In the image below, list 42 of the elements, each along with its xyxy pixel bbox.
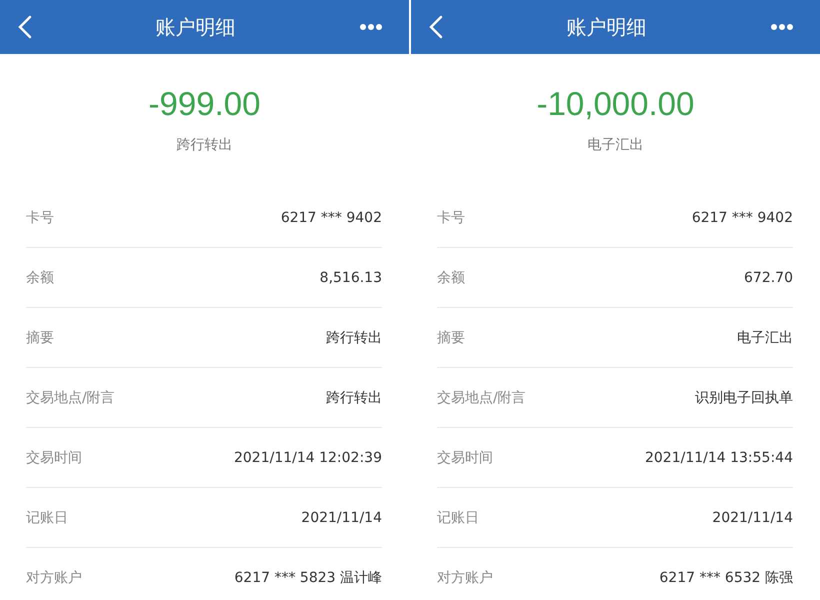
more-icon xyxy=(770,23,794,31)
field-value: 跨行转出 xyxy=(326,328,382,346)
field-value: 672.70 xyxy=(744,270,793,286)
field-label: 卡号 xyxy=(437,208,465,226)
back-button[interactable] xyxy=(429,15,443,39)
back-chevron-icon xyxy=(18,15,32,39)
field-label: 交易地点/附言 xyxy=(26,388,115,406)
field-value: 2021/11/14 xyxy=(301,510,382,526)
field-label: 记账日 xyxy=(437,508,479,526)
transaction-type: 电子汇出 xyxy=(588,136,644,154)
field-label: 记账日 xyxy=(26,508,68,526)
field-value: 6217 *** 6532 陈强 xyxy=(659,568,793,586)
more-button[interactable] xyxy=(770,23,794,31)
field-value: 2021/11/14 xyxy=(712,510,793,526)
transaction-amount: -999.00 xyxy=(148,84,260,124)
screen-title: 账户明细 xyxy=(566,14,646,40)
field-label: 摘要 xyxy=(26,328,54,346)
field-label: 卡号 xyxy=(26,208,54,226)
transaction-amount: -10,000.00 xyxy=(536,84,694,124)
field-value: 电子汇出 xyxy=(737,328,793,346)
field-label: 交易时间 xyxy=(437,448,493,466)
field-label: 交易时间 xyxy=(26,448,82,466)
transaction-type: 跨行转出 xyxy=(176,136,232,154)
field-value: 2021/11/14 12:02:39 xyxy=(234,450,382,466)
field-label: 对方账户 xyxy=(26,568,82,586)
field-label: 对方账户 xyxy=(437,568,493,586)
field-value: 6217 *** 5823 温计峰 xyxy=(234,568,382,586)
field-value: 6217 *** 9402 xyxy=(692,210,793,226)
more-icon xyxy=(359,23,383,31)
field-value: 2021/11/14 13:55:44 xyxy=(644,450,793,466)
back-chevron-icon xyxy=(429,15,443,39)
field-value: 8,516.13 xyxy=(320,270,382,286)
field-value: 6217 *** 9402 xyxy=(280,210,382,226)
more-button[interactable] xyxy=(359,23,383,31)
field-label: 摘要 xyxy=(437,328,465,346)
field-label: 交易地点/附言 xyxy=(437,388,526,406)
field-label: 余额 xyxy=(437,268,465,286)
back-button[interactable] xyxy=(18,15,32,39)
field-value: 跨行转出 xyxy=(326,388,382,406)
field-value: 识别电子回执单 xyxy=(695,388,793,406)
field-label: 余额 xyxy=(26,268,54,286)
screen-title: 账户明细 xyxy=(156,14,236,40)
